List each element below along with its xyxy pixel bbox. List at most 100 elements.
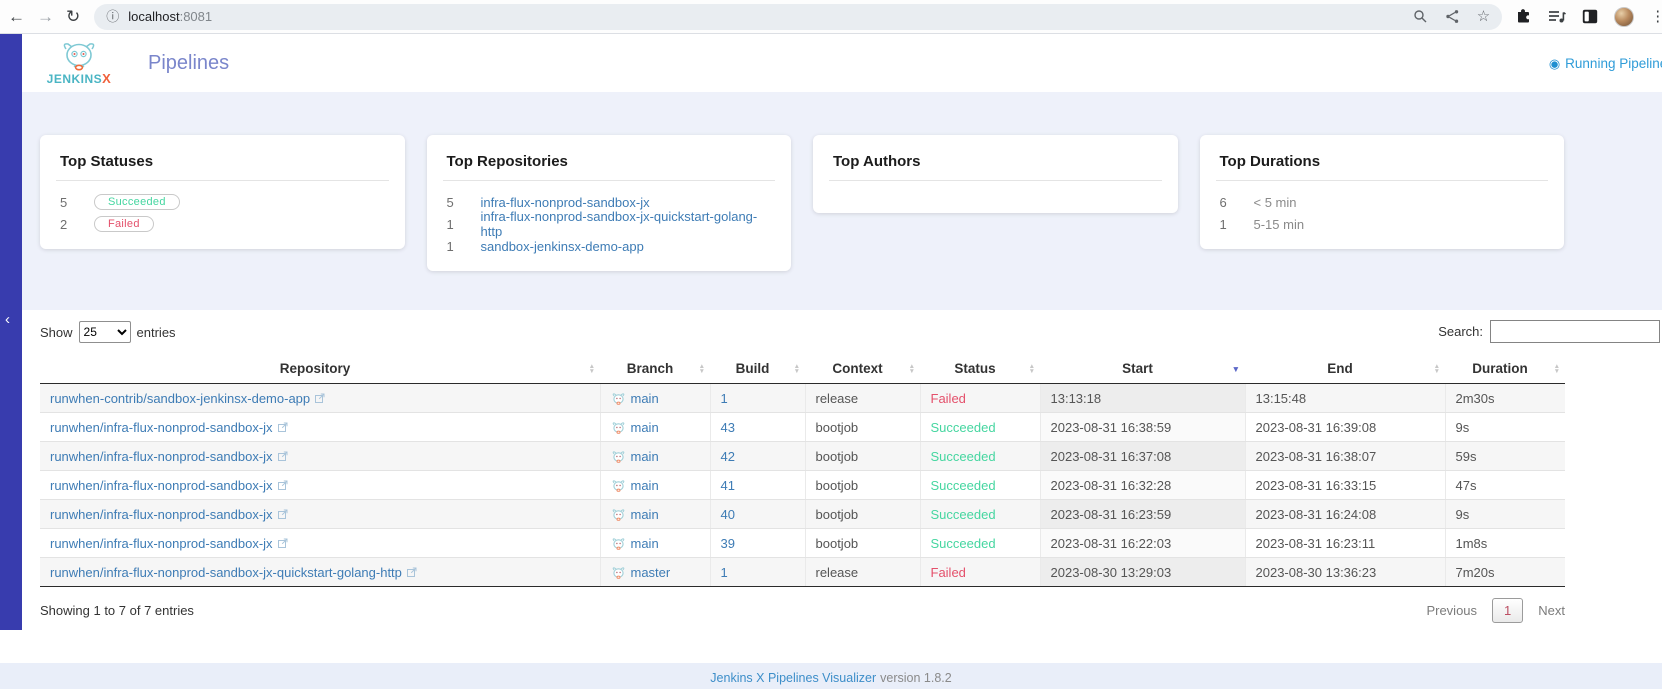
branch-link[interactable]: main: [631, 420, 659, 435]
top-durations-list: 6 < 5 min 1 5-15 min: [1220, 191, 1545, 235]
browser-toolbar: ← → ↻ ⓘ localhost:8081 ☆ ⋮: [0, 0, 1662, 34]
search-label: Search:: [1438, 324, 1483, 339]
top-statuses-list: 5 Succeeded 2 Failed: [60, 191, 385, 235]
visualizer-link[interactable]: Jenkins X Pipelines Visualizer: [710, 671, 876, 685]
repository-cell: runwhen/infra-flux-nonprod-sandbox-jx: [40, 412, 600, 442]
repository-cell: runwhen/infra-flux-nonprod-sandbox-jx-qu…: [40, 557, 600, 587]
external-link-icon: [277, 451, 288, 461]
status-text: Succeeded: [930, 535, 996, 551]
build-link[interactable]: 1: [721, 565, 728, 580]
repository-link[interactable]: runwhen/infra-flux-nonprod-sandbox-jx: [50, 478, 273, 493]
column-header-start[interactable]: Start ▼: [1040, 354, 1245, 384]
status-cell: Succeeded: [919, 499, 1040, 529]
extensions-puzzle-icon[interactable]: [1515, 8, 1532, 25]
running-pipelines-toggle[interactable]: ◉ Running Pipelines: [1549, 56, 1662, 71]
branch-link[interactable]: main: [631, 449, 659, 464]
duration-cell: 9s: [1444, 499, 1565, 529]
zoom-icon[interactable]: [1413, 9, 1428, 24]
top-durations-card: Top Durations 6 < 5 min 1 5-15 min: [1199, 135, 1564, 249]
column-header-build[interactable]: Build ▲ ▼: [710, 354, 805, 384]
repository-link[interactable]: infra-flux-nonprod-sandbox-jx-quickstart…: [481, 209, 772, 239]
column-label: Build: [735, 361, 770, 376]
pipelines-table-body: runwhen-contrib/sandbox-jenkinsx-demo-ap…: [40, 383, 1565, 587]
column-header-duration[interactable]: Duration ▲ ▼: [1445, 354, 1565, 384]
browser-menu-icon[interactable]: ⋮: [1650, 9, 1662, 24]
next-page-button[interactable]: Next: [1538, 603, 1565, 618]
reload-icon[interactable]: ↻: [66, 8, 80, 25]
end-cell: 2023-08-31 16:33:15: [1244, 470, 1445, 500]
search-input[interactable]: [1490, 320, 1660, 343]
profile-avatar[interactable]: [1614, 6, 1635, 27]
jx-branch-icon: [612, 566, 624, 579]
external-link-icon: [315, 393, 325, 403]
build-link[interactable]: 43: [721, 420, 735, 435]
entries-label: entries: [136, 324, 176, 340]
build-link[interactable]: 40: [721, 507, 735, 522]
column-label: Duration: [1472, 361, 1528, 376]
repository-link[interactable]: runwhen/infra-flux-nonprod-sandbox-jx: [50, 507, 273, 522]
status-cell: Failed: [919, 383, 1040, 413]
repository-link[interactable]: runwhen/infra-flux-nonprod-sandbox-jx: [50, 449, 273, 464]
build-cell: 42: [709, 441, 805, 471]
share-icon[interactable]: [1445, 9, 1460, 24]
stat-count: 2: [60, 216, 68, 232]
external-link-icon: [277, 480, 288, 490]
repository-link[interactable]: runwhen-contrib/sandbox-jenkinsx-demo-ap…: [50, 391, 310, 406]
top-authors-card: Top Authors: [813, 135, 1178, 213]
sort-desc-icon: ▼: [1433, 367, 1440, 375]
column-label: Branch: [626, 361, 674, 376]
previous-page-button[interactable]: Previous: [1426, 603, 1477, 618]
card-divider: [1215, 180, 1548, 181]
address-bar[interactable]: ⓘ localhost:8081 ☆: [94, 3, 1503, 30]
build-link[interactable]: 39: [721, 536, 735, 551]
repository-link[interactable]: runwhen/infra-flux-nonprod-sandbox-jx-qu…: [50, 565, 402, 580]
context-cell: release: [804, 383, 920, 413]
repository-link[interactable]: runwhen/infra-flux-nonprod-sandbox-jx: [50, 420, 273, 435]
start-cell: 2023-08-31 16:22:03: [1039, 528, 1245, 558]
table-row: runwhen/infra-flux-nonprod-sandbox-jx mai…: [40, 470, 1565, 500]
duration-cell: 1m8s: [1444, 528, 1565, 558]
branch-link[interactable]: main: [631, 507, 659, 522]
sort-desc-icon: ▼: [1028, 367, 1035, 375]
page-number-button[interactable]: 1: [1492, 598, 1524, 623]
side-panel-icon[interactable]: [1582, 9, 1598, 24]
card-divider: [442, 180, 775, 181]
build-cell: 1: [709, 383, 805, 413]
jenkins-x-logo[interactable]: JENKINSX: [36, 41, 122, 85]
column-header-branch[interactable]: Branch ▲ ▼: [600, 354, 710, 384]
reading-list-icon[interactable]: [1548, 9, 1567, 24]
bookmark-star-icon[interactable]: ☆: [1477, 9, 1490, 24]
start-cell: 2023-08-31 16:32:28: [1039, 470, 1245, 500]
sort-icon: ▲ ▼: [1433, 363, 1440, 375]
repository-link[interactable]: infra-flux-nonprod-sandbox-jx: [481, 195, 650, 210]
duration-cell: 2m30s: [1444, 383, 1565, 413]
column-header-status[interactable]: Status ▲ ▼: [920, 354, 1040, 384]
branch-link[interactable]: main: [631, 391, 659, 406]
back-icon[interactable]: ←: [8, 8, 25, 25]
build-link[interactable]: 1: [721, 391, 728, 406]
column-header-end[interactable]: End ▲ ▼: [1245, 354, 1445, 384]
column-header-context[interactable]: Context ▲ ▼: [805, 354, 920, 384]
repository-link[interactable]: runwhen/infra-flux-nonprod-sandbox-jx: [50, 536, 273, 551]
page-size-select[interactable]: 25: [78, 321, 131, 343]
build-link[interactable]: 42: [721, 449, 735, 464]
forward-icon[interactable]: →: [37, 8, 54, 25]
table-row: runwhen/infra-flux-nonprod-sandbox-jx mai…: [40, 528, 1565, 558]
branch-cell: main: [599, 441, 710, 471]
repository-link[interactable]: sandbox-jenkinsx-demo-app: [481, 239, 644, 254]
top-statuses-card: Top Statuses 5 Succeeded 2 Failed: [40, 135, 405, 249]
branch-link[interactable]: main: [631, 536, 659, 551]
build-cell: 39: [709, 528, 805, 558]
status-text: Succeeded: [930, 419, 996, 435]
column-label: End: [1327, 361, 1353, 376]
sidebar-collapse-icon[interactable]: ‹: [5, 312, 10, 327]
status-text: Succeeded: [930, 477, 996, 493]
column-header-repository[interactable]: Repository ▲ ▼: [40, 354, 600, 384]
branch-link[interactable]: main: [631, 478, 659, 493]
sort-icon: ▲ ▼: [699, 363, 705, 375]
build-link[interactable]: 41: [721, 478, 735, 493]
branch-link[interactable]: master: [631, 565, 671, 580]
stat-item: 5 Succeeded: [60, 191, 385, 213]
site-info-icon[interactable]: ⓘ: [106, 10, 119, 23]
duration-bucket-label: 5-15 min: [1253, 216, 1305, 232]
